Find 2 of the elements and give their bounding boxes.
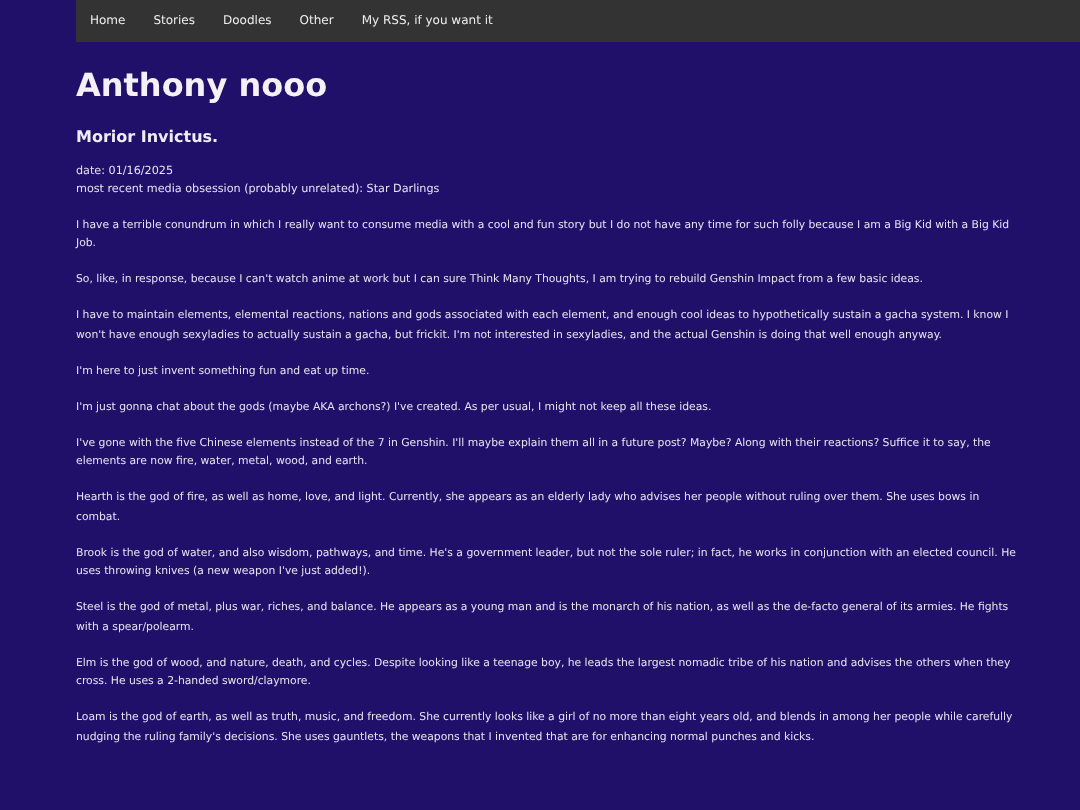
page-title: Anthony nooo [76,66,330,106]
post-subtitle: Morior Invictus. [76,128,221,148]
